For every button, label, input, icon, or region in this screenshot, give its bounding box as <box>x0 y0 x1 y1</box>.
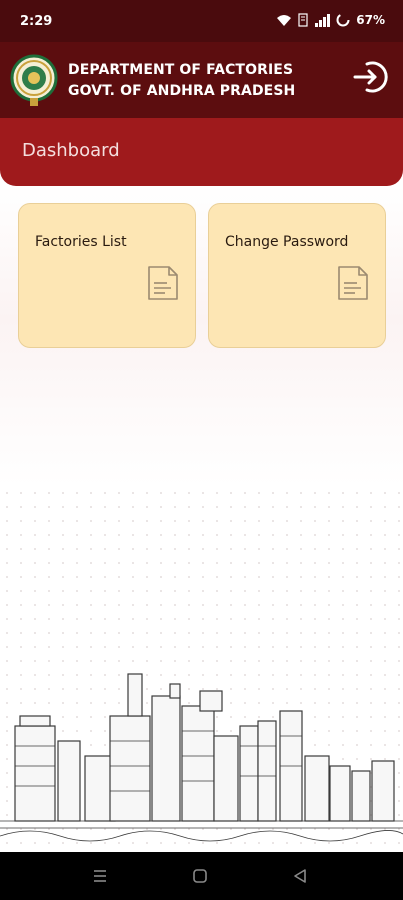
government-name: GOVT. OF ANDHRA PRADESH <box>68 83 296 99</box>
factory-illustration <box>0 673 403 842</box>
battery-icon <box>336 13 350 27</box>
signal-icon <box>315 13 331 27</box>
document-icon <box>148 266 178 300</box>
status-bar: 2:29 67% <box>0 0 403 42</box>
volte-icon <box>298 13 308 27</box>
dashboard-content: Factories List Change Password <box>0 186 403 852</box>
card-label: Factories List <box>35 234 127 250</box>
department-title: DEPARTMENT OF FACTORIES GOVT. OF ANDHRA … <box>68 60 295 102</box>
document-icon <box>338 266 368 300</box>
app-header: DEPARTMENT OF FACTORIES GOVT. OF ANDHRA … <box>0 42 403 118</box>
factories-list-card[interactable]: Factories List <box>18 203 196 348</box>
system-nav-bar <box>0 852 403 900</box>
change-password-card[interactable]: Change Password <box>208 203 386 348</box>
state-emblem-logo <box>10 54 58 106</box>
back-icon[interactable] <box>292 868 308 884</box>
status-icons: 67% <box>276 13 385 27</box>
dashboard-bar: Dashboard <box>0 118 403 186</box>
department-name: DEPARTMENT OF FACTORIES <box>68 62 294 78</box>
menu-icon[interactable] <box>92 868 108 884</box>
card-label: Change Password <box>225 234 349 250</box>
logout-icon[interactable] <box>351 58 389 96</box>
battery-percent: 67% <box>356 13 385 27</box>
wifi-icon <box>277 14 292 26</box>
page-title: Dashboard <box>22 140 120 161</box>
home-icon[interactable] <box>192 868 208 884</box>
status-time: 2:29 <box>20 14 53 29</box>
